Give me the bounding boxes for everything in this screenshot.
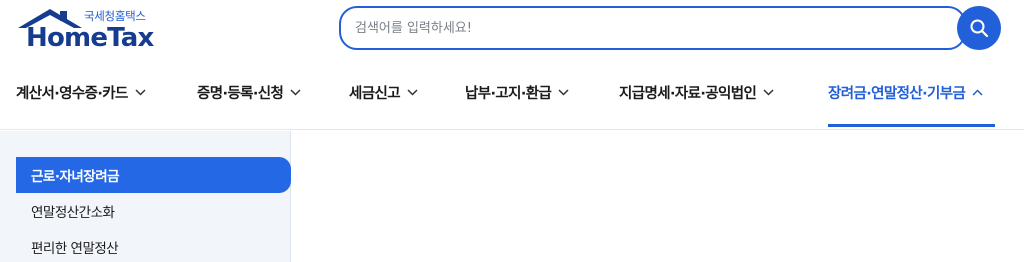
nav-item-label: 증명·등록·신청 [197, 85, 284, 102]
logo-subtitle: 국세청홈택스 [84, 9, 146, 23]
hometax-logo[interactable]: 국세청홈택스 HomeTax [16, 6, 156, 52]
search-icon [970, 19, 989, 38]
nav-item-payment-statement[interactable]: 지급명세·자료·공익법인 [619, 72, 774, 112]
nav-item-label: 납부·고지·환급 [465, 85, 552, 102]
sidebar: 근로·자녀장려금 연말정산간소화 편리한 연말정산 [0, 131, 291, 262]
chevron-down-icon [407, 88, 418, 96]
sidebar-item-convenient-yearend[interactable]: 편리한 연말정산 [16, 229, 291, 262]
search-box [339, 6, 966, 50]
nav-item-tax-filing[interactable]: 세금신고 [349, 72, 418, 112]
sidebar-item-yearend-simplified[interactable]: 연말정산간소화 [16, 193, 291, 229]
main-nav: 계산서·영수증·카드 증명·등록·신청 세금신고 납부·고지·환급 지급명세·자… [0, 72, 1024, 112]
chevron-down-icon [135, 88, 146, 96]
nav-item-label: 계산서·영수증·카드 [16, 85, 128, 102]
chevron-down-icon [763, 88, 774, 96]
nav-item-payment-refund[interactable]: 납부·고지·환급 [465, 72, 569, 112]
sidebar-item-earned-child-incentive[interactable]: 근로·자녀장려금 [16, 157, 291, 193]
active-nav-underline [828, 124, 995, 127]
chevron-down-icon [290, 88, 301, 96]
search-input[interactable] [355, 16, 915, 40]
chevron-down-icon [558, 88, 569, 96]
sidebar-item-label: 연말정산간소화 [31, 205, 115, 221]
nav-item-label: 세금신고 [349, 85, 401, 102]
sidebar-item-label: 편리한 연말정산 [31, 241, 119, 257]
nav-item-label: 지급명세·자료·공익법인 [619, 85, 757, 102]
site-header: 국세청홈택스 HomeTax 계산서·영수증·카드 증명·등록·신청 세금신고 … [0, 0, 1024, 130]
nav-item-incentive-yearend-donation[interactable]: 장려금·연말정산·기부금 [828, 72, 983, 112]
nav-item-label: 장려금·연말정산·기부금 [828, 85, 966, 102]
nav-item-invoice-receipt-card[interactable]: 계산서·영수증·카드 [16, 72, 146, 112]
logo-wordmark: HomeTax [26, 23, 154, 53]
search-button[interactable] [957, 6, 1001, 50]
sidebar-item-label: 근로·자녀장려금 [31, 169, 120, 185]
chevron-up-icon [972, 88, 983, 96]
nav-item-certificate-registration[interactable]: 증명·등록·신청 [197, 72, 301, 112]
